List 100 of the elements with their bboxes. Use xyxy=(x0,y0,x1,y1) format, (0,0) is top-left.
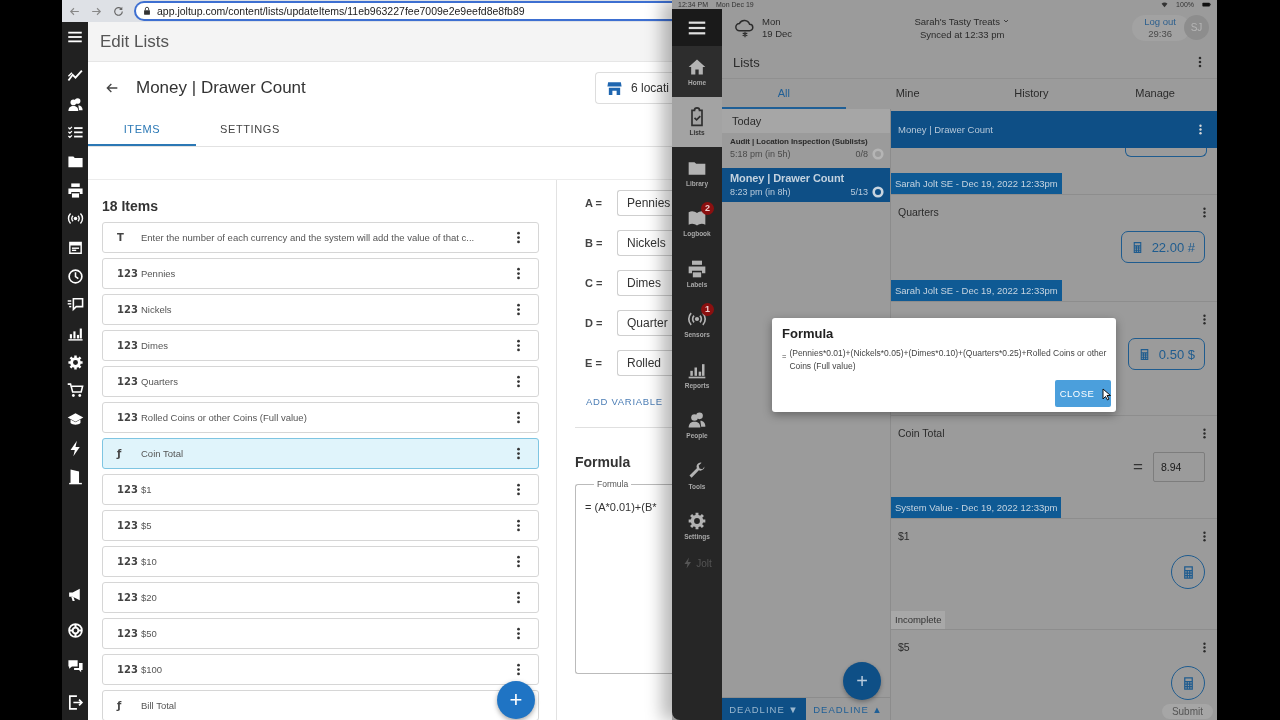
logout-icon[interactable] xyxy=(66,693,84,711)
date: 19 Dec xyxy=(762,27,793,40)
variable-label: C = xyxy=(585,277,604,289)
list-item[interactable]: 123 Quarters xyxy=(102,366,539,397)
cart-icon[interactable] xyxy=(66,382,84,400)
caret-icon xyxy=(1002,17,1010,25)
add-variable-link[interactable]: ADD VARIABLE xyxy=(586,396,663,407)
field-label: Formula xyxy=(594,479,632,489)
item-label: Bill Total xyxy=(141,700,178,711)
type-icon: 123 xyxy=(117,412,135,423)
formula-text: = (A*0.01)+(B* xyxy=(585,501,658,513)
battery-icon xyxy=(1202,0,1211,9)
session-timer: 29:36 xyxy=(1148,27,1173,40)
list-item[interactable]: 123 $20 xyxy=(102,582,539,613)
list-item[interactable]: 123 $10 xyxy=(102,546,539,577)
item-label: Nickels xyxy=(141,304,173,315)
add-button[interactable]: + xyxy=(843,662,881,700)
item-label: $1 xyxy=(141,484,153,495)
list-item[interactable]: ƒ Coin Total xyxy=(102,438,539,469)
status-tag: Incomplete xyxy=(891,611,946,629)
deadline-time: 5:18 pm (in 5h) xyxy=(730,149,792,159)
type-icon: 123 xyxy=(117,340,135,351)
deadline-time: 8:23 pm (in 8h) xyxy=(730,187,792,197)
variable-label: D = xyxy=(585,317,604,329)
variable-label: E = xyxy=(585,357,603,369)
item-label: Rolled Coins or other Coins (Full value) xyxy=(141,412,308,423)
list-item[interactable]: 123 Dimes xyxy=(102,330,539,361)
help-icon[interactable] xyxy=(66,621,84,639)
item-label: Enter the number of each currency and the system will add the value of that c... xyxy=(141,232,476,243)
list-item[interactable]: 123 $50 xyxy=(102,618,539,649)
formula-text: (Pennies*0.01)+(Nickels*0.05)+(Dimes*0.10)+(Quarters*0.25)+Rolled Coins or other Coins (Full value) xyxy=(789,347,1108,373)
tab[interactable]: SETTINGS xyxy=(196,114,304,146)
section-heading: Formula xyxy=(575,454,632,470)
list-item[interactable]: 123 $1 xyxy=(102,474,539,505)
list-item[interactable]: Audit | Location Inspection (Sublists) 5:18 pm (in 5h) 0/8 xyxy=(722,133,890,164)
result-field: 8.94 xyxy=(1153,452,1205,482)
wrench-icon xyxy=(687,460,707,481)
tab[interactable]: Manage xyxy=(1093,79,1217,109)
equals-sign: = xyxy=(1133,457,1143,477)
progress-count: 5/13 xyxy=(850,187,868,197)
settings-icon[interactable] xyxy=(66,353,84,371)
list-item[interactable]: 123 Nickels xyxy=(102,294,539,325)
entry-tag: Sarah Jolt SE - Dec 19, 2022 12:33pm xyxy=(891,173,1062,194)
type-icon: 123 xyxy=(117,664,135,675)
dialog-title: Formula xyxy=(782,326,835,341)
item-label: $5 xyxy=(898,641,911,653)
type-icon: 123 xyxy=(117,484,135,495)
item-label: Dimes xyxy=(141,340,169,351)
printer-icon[interactable] xyxy=(66,181,84,199)
type-icon: 123 xyxy=(117,520,135,531)
reload-icon[interactable] xyxy=(112,4,125,18)
tab[interactable]: History xyxy=(969,79,1094,109)
sync-status: Synced at 12:33 pm xyxy=(919,27,1005,41)
item-label: Pennies xyxy=(141,268,177,279)
settings-icon xyxy=(687,511,707,532)
type-icon: T xyxy=(117,232,135,243)
clock-icon[interactable] xyxy=(66,267,84,285)
list-title: Money | Drawer Count xyxy=(136,78,307,98)
item-label: $100 xyxy=(141,664,164,675)
list-title: Audit | Location Inspection (Sublists) xyxy=(730,137,869,146)
people-icon[interactable] xyxy=(66,95,84,113)
type-icon: 123 xyxy=(117,268,135,279)
wifi-icon xyxy=(1161,1,1169,8)
lock-icon xyxy=(142,6,152,16)
list-item[interactable]: T Enter the number of each currency and the system will add the value of that c... xyxy=(102,222,539,253)
building-icon[interactable] xyxy=(66,468,84,486)
item-label: $10 xyxy=(141,556,158,567)
entry-tag: Sarah Jolt SE - Dec 19, 2022 12:33pm xyxy=(891,280,1062,301)
list-title: Money | Drawer Count xyxy=(730,172,846,184)
weekday: Mon xyxy=(762,15,782,28)
location-selector[interactable]: Sarah's Tasty Treats xyxy=(914,14,1010,28)
list-item[interactable]: 123 Pennies xyxy=(102,258,539,289)
variable-label: A = xyxy=(585,197,603,209)
type-icon: ƒ xyxy=(117,700,135,711)
progress-ring-icon xyxy=(872,148,884,160)
type-icon: 123 xyxy=(117,556,135,567)
sort-button[interactable]: DEADLINE ▼ xyxy=(722,698,806,720)
address-bar[interactable]: app.joltup.com/content/lists/updateItems/11eb963227fee7009e2e9eefd8e8fb89 xyxy=(134,1,672,21)
progress-count: 0/8 xyxy=(855,149,868,159)
type-icon: 123 xyxy=(117,628,135,639)
tab[interactable]: Mine xyxy=(845,79,970,109)
tab[interactable]: ITEMS xyxy=(88,114,196,146)
list-item[interactable]: 123 Rolled Coins or other Coins (Full value) xyxy=(102,402,539,433)
group-header: Today xyxy=(722,109,890,133)
item-label: Quarters xyxy=(141,376,179,387)
type-icon: 123 xyxy=(117,592,135,603)
item-label: $5 xyxy=(141,520,153,531)
list-item[interactable]: Money | Drawer Count 8:23 pm (in 8h) 5/13 xyxy=(722,168,890,202)
type-icon: 123 xyxy=(117,304,135,315)
section-heading: 18 Items xyxy=(102,198,160,214)
variable-label: B = xyxy=(585,237,604,249)
locations-button[interactable]: 6 locati xyxy=(595,72,672,104)
item-label: Quarters xyxy=(898,206,940,218)
people-icon xyxy=(687,410,707,431)
badge: 1 xyxy=(701,302,714,316)
list-item[interactable]: 123 $100 xyxy=(102,654,539,685)
list-item[interactable]: 123 $5 xyxy=(102,510,539,541)
type-icon: ƒ xyxy=(117,448,135,459)
printer-icon xyxy=(687,258,707,279)
item-label: $50 xyxy=(141,628,158,639)
